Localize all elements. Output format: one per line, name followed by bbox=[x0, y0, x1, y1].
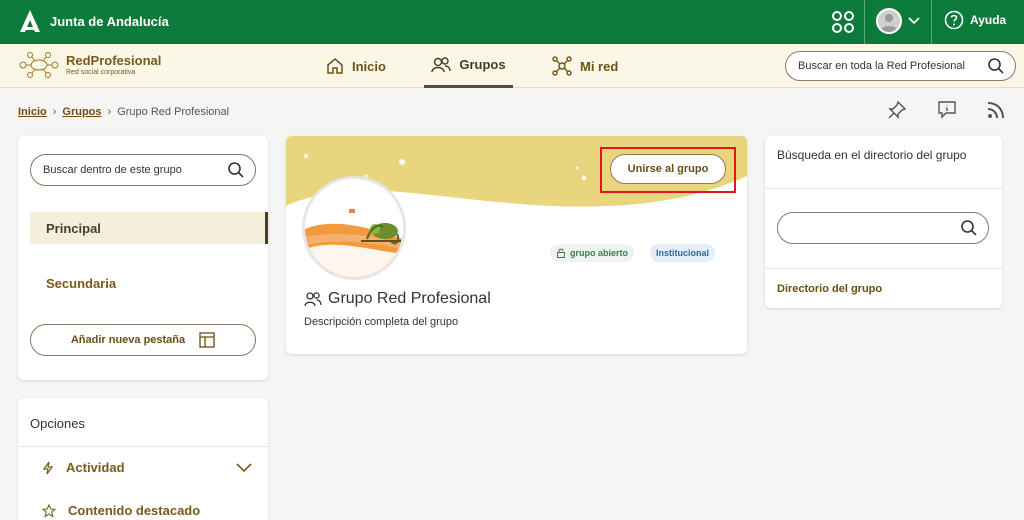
global-search-input[interactable]: Buscar en toda la Red Profesional bbox=[785, 51, 1016, 81]
tab-principal[interactable]: Principal bbox=[30, 212, 268, 244]
group-title: Grupo Red Profesional bbox=[304, 290, 491, 308]
chevron-down-icon[interactable] bbox=[236, 462, 252, 473]
search-icon[interactable] bbox=[987, 57, 1005, 75]
tab-label: Principal bbox=[46, 220, 101, 236]
breadcrumb-inicio[interactable]: Inicio bbox=[18, 106, 47, 118]
redprofesional-logo[interactable]: RedProfesional Red social corporativa bbox=[18, 50, 161, 80]
logo-name: RedProfesional bbox=[66, 52, 162, 68]
group-description: Descripción completa del grupo bbox=[304, 316, 459, 328]
options-panel: Opciones Actividad Contenido destacado bbox=[18, 398, 268, 520]
group-icon bbox=[304, 292, 322, 307]
option-contenido-destacado[interactable]: Contenido destacado bbox=[42, 503, 200, 518]
option-label: Actividad bbox=[66, 460, 125, 475]
search-placeholder: Buscar en toda la Red Profesional bbox=[798, 60, 965, 72]
feedback-icon[interactable] bbox=[937, 100, 957, 120]
tab-grupos[interactable]: Grupos bbox=[424, 44, 513, 88]
breadcrumb-current: Grupo Red Profesional bbox=[117, 106, 230, 118]
directory-panel: Búsqueda en el directorio del grupo Dire… bbox=[765, 136, 1002, 308]
network-icon bbox=[552, 56, 572, 76]
chameleon-image bbox=[305, 179, 403, 277]
divider bbox=[931, 0, 932, 44]
apps-grid-icon[interactable] bbox=[830, 9, 856, 35]
tab-label: Grupos bbox=[459, 57, 506, 72]
divider bbox=[765, 188, 1002, 189]
option-label: Contenido destacado bbox=[68, 503, 201, 518]
chevron-down-icon bbox=[908, 17, 920, 25]
search-icon[interactable] bbox=[227, 161, 245, 179]
option-actividad[interactable]: Actividad bbox=[42, 460, 252, 475]
help-icon bbox=[944, 10, 964, 30]
institutional-badge: Institucional bbox=[650, 244, 716, 262]
divider bbox=[864, 0, 865, 44]
tab-secundaria[interactable]: Secundaria bbox=[46, 276, 116, 291]
star-icon bbox=[42, 503, 56, 518]
tab-label: Inicio bbox=[352, 58, 386, 74]
chevron-right-icon: › bbox=[52, 106, 57, 118]
group-search-input[interactable]: Buscar dentro de este grupo bbox=[30, 154, 256, 186]
badge-label: Institucional bbox=[656, 248, 710, 258]
user-menu[interactable] bbox=[876, 8, 920, 34]
junta-logo-icon bbox=[20, 10, 40, 32]
group-tabs-panel: Buscar dentro de este grupo Principal Se… bbox=[18, 136, 268, 380]
open-group-badge: grupo abierto bbox=[550, 244, 634, 262]
layout-icon bbox=[199, 332, 215, 348]
directory-search-input[interactable] bbox=[777, 212, 989, 244]
network-logo-icon bbox=[19, 52, 59, 78]
group-header-card: Unirse al grupo grupo abierto Institucio… bbox=[286, 136, 747, 354]
search-icon[interactable] bbox=[960, 219, 978, 237]
add-tab-label: Añadir nueva pestaña bbox=[70, 334, 186, 346]
tab-inicio[interactable]: Inicio bbox=[326, 44, 386, 88]
divider bbox=[765, 268, 1002, 269]
tab-label: Secundaria bbox=[46, 276, 117, 291]
directory-title: Búsqueda en el directorio del grupo bbox=[777, 148, 967, 162]
logo-subtitle: Red social corporativa bbox=[66, 68, 136, 76]
highlight-box bbox=[600, 147, 736, 193]
brand-title: Junta de Andalucía bbox=[50, 13, 169, 29]
unlock-icon bbox=[557, 248, 565, 258]
help-label: Ayuda bbox=[970, 13, 1007, 27]
group-icon bbox=[431, 56, 452, 72]
breadcrumb: Inicio › Grupos › Grupo Red Profesional bbox=[18, 106, 229, 118]
search-placeholder: Buscar dentro de este grupo bbox=[43, 164, 182, 176]
help-button[interactable]: Ayuda bbox=[944, 10, 1006, 30]
junta-brand[interactable]: Junta de Andalucía bbox=[18, 8, 169, 34]
nav-bar: RedProfesional Red social corporativa In… bbox=[0, 44, 1024, 88]
pin-icon[interactable] bbox=[887, 100, 907, 120]
lightning-icon bbox=[42, 461, 54, 474]
breadcrumb-grupos[interactable]: Grupos bbox=[62, 106, 101, 118]
chevron-right-icon: › bbox=[107, 106, 112, 118]
avatar bbox=[876, 8, 902, 34]
rss-icon[interactable] bbox=[986, 100, 1006, 120]
tab-mi-red[interactable]: Mi red bbox=[552, 44, 618, 88]
home-icon bbox=[327, 58, 343, 74]
tab-label: Mi red bbox=[580, 58, 619, 74]
add-tab-button[interactable]: Añadir nueva pestaña bbox=[30, 324, 256, 356]
options-title: Opciones bbox=[30, 416, 85, 431]
directory-link[interactable]: Directorio del grupo bbox=[777, 283, 882, 295]
group-image bbox=[302, 176, 406, 280]
divider bbox=[18, 446, 268, 447]
badge-label: grupo abierto bbox=[570, 248, 628, 258]
group-title-text: Grupo Red Profesional bbox=[328, 290, 491, 307]
top-bar: Junta de Andalucía Ayuda bbox=[0, 0, 1024, 44]
